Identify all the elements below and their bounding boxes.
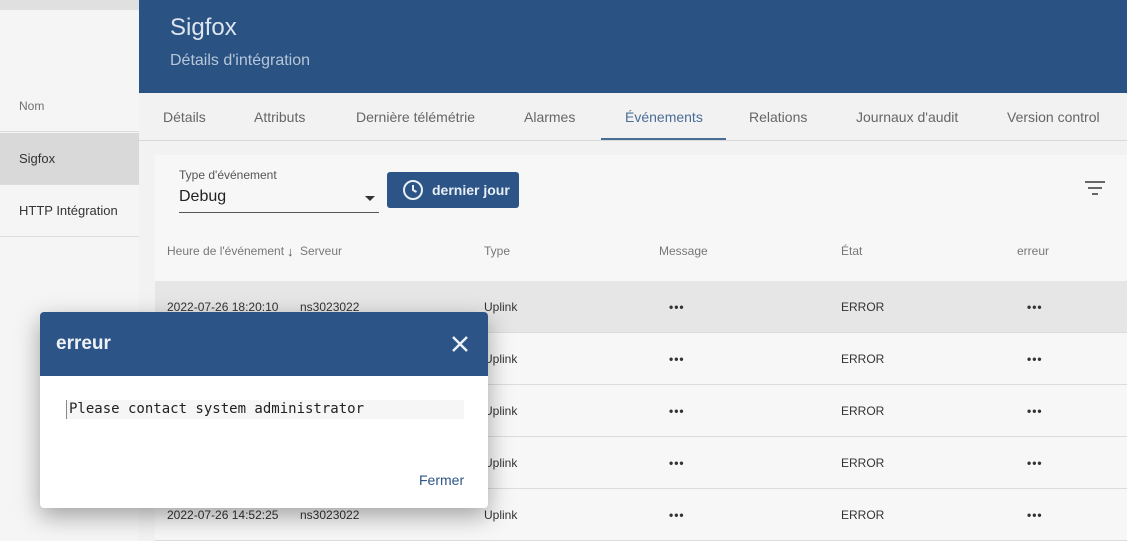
close-button[interactable]: Fermer (419, 472, 464, 488)
state-cell: ERROR (841, 508, 885, 522)
column-header-error: erreur (1017, 244, 1050, 258)
error-more-button[interactable]: ••• (1027, 281, 1043, 333)
type-cell: Uplink (484, 352, 518, 366)
error-more-button[interactable]: ••• (1027, 333, 1043, 385)
event-type-value: Debug (179, 188, 227, 205)
details-title: Sigfox (170, 14, 237, 41)
column-header-state[interactable]: État (841, 244, 862, 258)
type-cell: Uplink (484, 300, 518, 314)
event-type-label: Type d'événement (179, 168, 277, 182)
dropdown-arrow-icon (365, 196, 375, 201)
tab-version-control[interactable]: Version control (1007, 93, 1100, 141)
clock-icon (403, 180, 423, 200)
time-window-label: dernier jour (432, 182, 510, 198)
column-header-event-time[interactable]: Heure de l'événement (167, 244, 284, 258)
left-toolbar (0, 0, 139, 10)
column-header-name[interactable]: Nom (0, 80, 139, 132)
tab-attributes[interactable]: Attributs (254, 93, 305, 141)
message-more-button[interactable]: ••• (669, 281, 685, 333)
details-header: Sigfox Détails d'intégration (139, 0, 1127, 93)
tab-details[interactable]: Détails (163, 93, 206, 141)
tab-events[interactable]: Événements (625, 93, 703, 141)
error-message-text: Please contact system administrator (66, 400, 464, 419)
filter-icon[interactable] (1085, 180, 1105, 196)
state-cell: ERROR (841, 352, 885, 366)
message-more-button[interactable]: ••• (669, 437, 685, 489)
close-icon[interactable] (450, 334, 470, 354)
tab-latest-telemetry[interactable]: Dernière télémétrie (356, 93, 475, 141)
column-header-message: Message (659, 244, 708, 258)
column-header-server[interactable]: Serveur (300, 244, 342, 258)
type-cell: Uplink (484, 404, 518, 418)
tab-alarms[interactable]: Alarmes (524, 93, 575, 141)
time-window-button[interactable]: dernier jour (387, 172, 519, 208)
list-item-sigfox[interactable]: Sigfox (0, 133, 139, 185)
error-more-button[interactable]: ••• (1027, 489, 1043, 541)
event-type-select[interactable]: Debug (179, 185, 379, 213)
tab-audit-logs[interactable]: Journaux d'audit (856, 93, 958, 141)
tab-relations[interactable]: Relations (749, 93, 807, 141)
type-cell: Uplink (484, 508, 518, 522)
details-subtitle: Détails d'intégration (170, 52, 311, 69)
state-cell: ERROR (841, 456, 885, 470)
dialog-title: erreur (56, 333, 111, 354)
message-more-button[interactable]: ••• (669, 385, 685, 437)
message-more-button[interactable]: ••• (669, 333, 685, 385)
message-more-button[interactable]: ••• (669, 489, 685, 541)
type-cell: Uplink (484, 456, 518, 470)
sort-arrow-down-icon[interactable]: ↓ (287, 244, 294, 259)
list-item-http-integration[interactable]: HTTP Intégration (0, 185, 139, 237)
error-dialog: erreur Please contact system administrat… (40, 312, 488, 508)
error-more-button[interactable]: ••• (1027, 437, 1043, 489)
column-header-type[interactable]: Type (484, 244, 510, 258)
dialog-header: erreur (40, 312, 488, 376)
active-tab-indicator (601, 138, 726, 140)
tab-bar: Détails Attributs Dernière télémétrie Al… (139, 93, 1127, 141)
error-more-button[interactable]: ••• (1027, 385, 1043, 437)
state-cell: ERROR (841, 300, 885, 314)
state-cell: ERROR (841, 404, 885, 418)
